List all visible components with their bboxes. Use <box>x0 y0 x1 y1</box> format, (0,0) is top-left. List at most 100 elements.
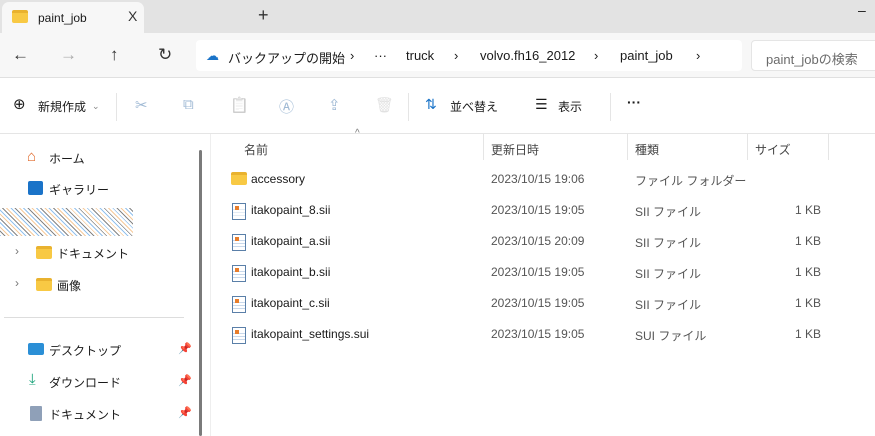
file-date: 2023/10/15 20:09 <box>491 234 585 248</box>
sidebar-item-documents[interactable]: › ドキュメント <box>0 237 200 267</box>
view-icon: ☰ <box>535 96 548 112</box>
view-button[interactable]: 表示 <box>558 98 582 115</box>
search-input[interactable]: paint_jobの検索 <box>751 40 875 71</box>
address-bar[interactable]: ☁ バックアップの開始 › ··· truck › volvo.fh16_201… <box>196 40 742 71</box>
file-size: 1 KB <box>794 296 821 310</box>
column-divider[interactable] <box>828 134 829 160</box>
more-options-button[interactable]: ··· <box>627 94 641 110</box>
sidebar-item-home[interactable]: ⌂ ホーム <box>0 142 200 172</box>
document-icon <box>30 406 42 421</box>
file-row[interactable]: accessory 2023/10/15 19:06 ファイル フォルダー <box>212 164 875 195</box>
file-row[interactable]: itakopaint_8.sii 2023/10/15 19:05 SII ファイル… <box>212 195 875 226</box>
tab-title: paint_job <box>38 11 87 25</box>
pane-divider[interactable] <box>210 134 211 436</box>
sidebar-item-label: デスクトップ <box>49 344 122 358</box>
sidebar-item-label: ドキュメント <box>57 247 130 261</box>
breadcrumb-separator[interactable]: › <box>696 48 700 63</box>
cloud-backup-icon: ☁ <box>206 48 219 63</box>
copy-button[interactable]: ⧉ <box>183 96 194 113</box>
tab-paint-job[interactable]: paint_job X <box>2 2 144 33</box>
sort-button[interactable]: 並べ替え <box>450 98 498 115</box>
chevron-down-icon: ⌄ <box>92 101 100 111</box>
file-icon <box>232 296 246 313</box>
refresh-button[interactable]: ↻ <box>158 45 172 65</box>
file-size: 1 KB <box>794 265 821 279</box>
home-icon: ⌂ <box>27 148 37 165</box>
sidebar-item-documents-pinned[interactable]: ドキュメント 📌 <box>0 398 200 428</box>
file-icon <box>232 203 246 220</box>
sort-ascending-icon: ^ <box>355 128 360 139</box>
rename-button[interactable]: Ⓐ <box>279 96 294 117</box>
sidebar-item-desktop[interactable]: デスクトップ 📌 <box>0 334 200 364</box>
folder-icon <box>36 278 52 291</box>
sidebar-scrollbar[interactable] <box>199 150 202 436</box>
back-button[interactable]: ← <box>12 45 29 65</box>
breadcrumb-paint-job[interactable]: paint_job <box>620 48 673 63</box>
column-header-name[interactable]: 名前 <box>244 141 268 158</box>
pin-icon: 📌 <box>178 343 192 355</box>
share-button[interactable]: ⇪ <box>328 96 341 114</box>
file-date: 2023/10/15 19:05 <box>491 203 585 217</box>
divider <box>4 317 184 318</box>
column-divider[interactable] <box>483 134 484 160</box>
backup-link[interactable]: バックアップの開始 <box>228 48 345 67</box>
file-name: itakopaint_8.sii <box>251 203 331 217</box>
forward-button[interactable]: → <box>60 45 77 65</box>
file-row[interactable]: itakopaint_settings.sui 2023/10/15 19:05 S… <box>212 319 875 350</box>
desktop-icon <box>28 343 44 355</box>
file-name: itakopaint_settings.sui <box>251 327 370 341</box>
up-button[interactable]: ↑ <box>110 45 119 65</box>
column-header-size[interactable]: サイズ <box>755 141 791 158</box>
file-icon <box>232 265 246 282</box>
sidebar-item-label: ギャラリー <box>49 183 110 197</box>
sidebar-item-downloads[interactable]: ⤓ ダウンロード 📌 <box>0 366 200 396</box>
file-type: SUI ファイル <box>635 329 707 343</box>
file-type: SII ファイル <box>635 205 702 219</box>
breadcrumb-truck[interactable]: truck <box>406 48 434 63</box>
new-tab-button[interactable]: + <box>258 5 269 26</box>
sidebar-item-label: ホーム <box>49 152 85 166</box>
pin-icon: 📌 <box>178 375 192 387</box>
breadcrumb-separator[interactable]: › <box>594 48 598 63</box>
column-divider[interactable] <box>627 134 628 160</box>
chevron-right-icon[interactable]: › <box>15 276 19 290</box>
cut-button[interactable]: ✂ <box>135 96 148 114</box>
column-divider[interactable] <box>747 134 748 160</box>
folder-icon <box>12 10 28 23</box>
close-tab-button[interactable]: X <box>128 8 137 24</box>
breadcrumb-separator[interactable]: › <box>350 48 354 63</box>
chevron-right-icon[interactable]: › <box>15 244 19 258</box>
file-size: 1 KB <box>794 327 821 341</box>
delete-button[interactable]: 🗑 <box>375 96 394 114</box>
sidebar-item-pictures[interactable]: › 画像 <box>0 269 200 299</box>
file-date: 2023/10/15 19:05 <box>491 296 585 310</box>
file-date: 2023/10/15 19:06 <box>491 172 585 186</box>
sidebar-item-label: 画像 <box>57 279 82 293</box>
file-type: SII ファイル <box>635 298 702 312</box>
file-type: ファイル フォルダー <box>635 174 747 188</box>
column-header-date[interactable]: 更新日時 <box>491 141 539 158</box>
column-header-type[interactable]: 種類 <box>635 141 659 158</box>
divider <box>610 93 611 121</box>
file-type: SII ファイル <box>635 236 702 250</box>
plus-icon: ⊕ <box>13 96 26 113</box>
search-placeholder: paint_jobの検索 <box>766 52 858 67</box>
divider <box>408 93 409 121</box>
minimize-button[interactable]: – <box>858 2 866 18</box>
new-button[interactable]: 新規作成 <box>38 98 86 115</box>
paste-button[interactable]: 📋 <box>230 96 249 114</box>
navigation-bar: ← → ↑ ↻ ☁ バックアップの開始 › ··· truck › volvo.… <box>0 33 875 78</box>
breadcrumb-more[interactable]: ··· <box>374 48 387 63</box>
divider <box>116 93 117 121</box>
file-name: itakopaint_c.sii <box>251 296 330 310</box>
sidebar-item-gallery[interactable]: ギャラリー <box>0 173 200 203</box>
breadcrumb-separator[interactable]: › <box>454 48 458 63</box>
file-row[interactable]: itakopaint_b.sii 2023/10/15 19:05 SII ファイル… <box>212 257 875 288</box>
file-name: accessory <box>251 172 306 186</box>
file-row[interactable]: itakopaint_a.sii 2023/10/15 20:09 SII ファイル… <box>212 226 875 257</box>
file-type: SII ファイル <box>635 267 702 281</box>
breadcrumb-volvo[interactable]: volvo.fh16_2012 <box>480 48 575 63</box>
file-row[interactable]: itakopaint_c.sii 2023/10/15 19:05 SII ファイル… <box>212 288 875 319</box>
file-icon <box>232 234 246 251</box>
file-name: itakopaint_a.sii <box>251 234 331 248</box>
